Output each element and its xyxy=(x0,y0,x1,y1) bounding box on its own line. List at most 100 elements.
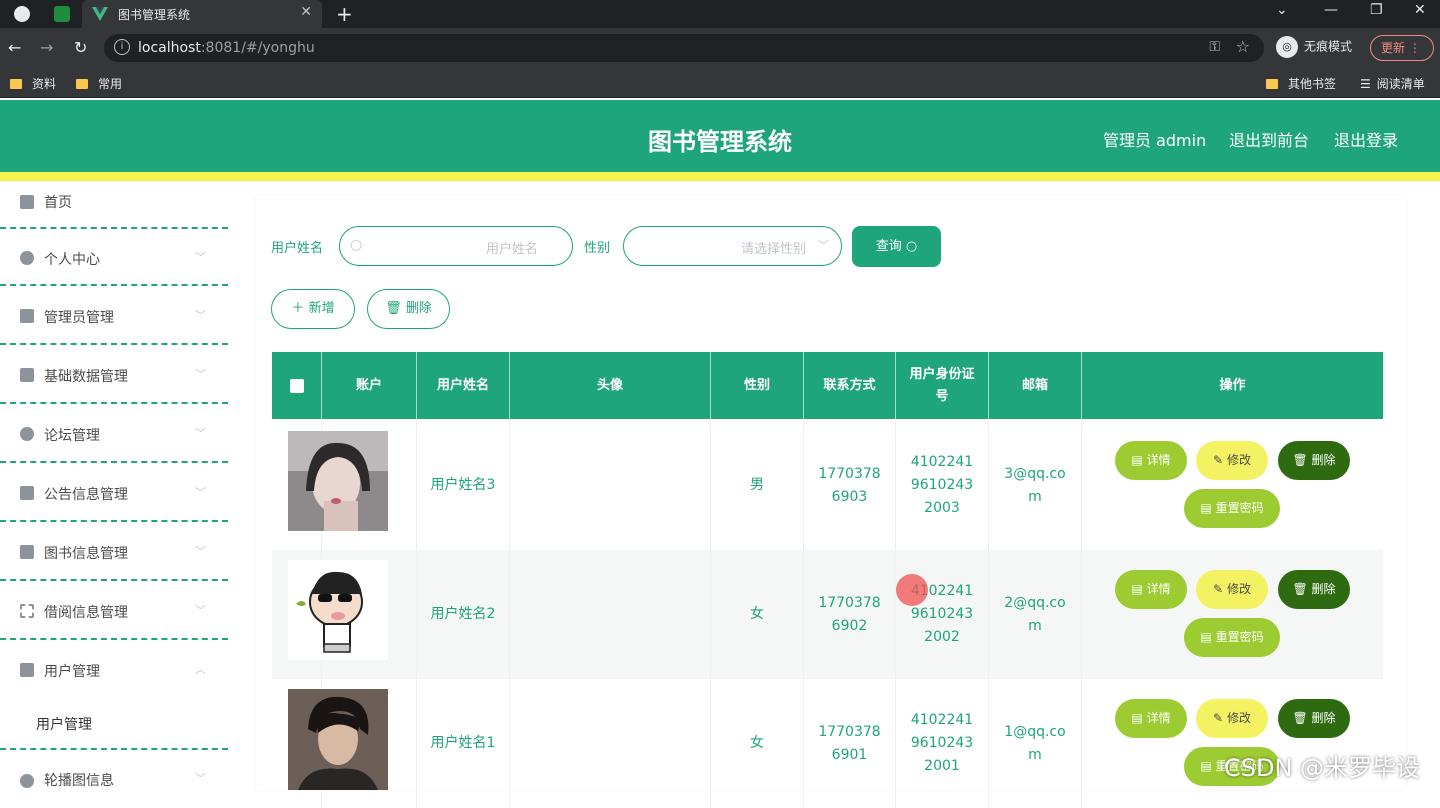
reload-icon[interactable]: ↻ xyxy=(74,38,87,57)
other-bookmarks[interactable]: 其他书签 xyxy=(1266,75,1336,92)
reading-list-icon: ☰ xyxy=(1360,77,1371,91)
flag-icon xyxy=(20,309,34,323)
name-search-input[interactable]: ○ 用户姓名 xyxy=(339,226,573,266)
info-icon[interactable]: i xyxy=(114,39,130,55)
sidebar-item-label: 公告信息管理 xyxy=(44,487,128,503)
incognito-indicator[interactable]: ◎ 无痕模式 xyxy=(1276,36,1352,58)
delete-button[interactable]: 🗑 删除 xyxy=(1278,570,1350,609)
chart-icon xyxy=(20,368,34,382)
sidebar-item-forum[interactable]: 论坛管理 ﹀ xyxy=(0,404,228,463)
sidebar-item-users[interactable]: 用户管理 ︿ 用户管理 xyxy=(0,640,228,750)
plus-icon: ＋ xyxy=(291,301,305,316)
gender-select[interactable]: 请选择性别 ﹀ xyxy=(623,226,842,266)
sheets-icon[interactable] xyxy=(54,6,70,22)
browser-tab-bar: 图书管理系统 ✕ + ⌄ — ❐ ✕ xyxy=(0,0,1440,28)
email-cell: 1@qq.com xyxy=(989,679,1082,808)
reading-list[interactable]: ☰ 阅读清单 xyxy=(1360,75,1425,92)
column-header: 账户 xyxy=(322,352,417,419)
exit-to-front-link[interactable]: 退出到前台 xyxy=(1229,127,1309,151)
sidebar-item-home[interactable]: 首页 xyxy=(0,181,228,229)
chevron-down-icon: ﹀ xyxy=(195,486,206,499)
info-icon xyxy=(20,774,34,788)
chevron-down-icon: ﹀ xyxy=(195,772,206,785)
sidebar-item-label: 基础数据管理 xyxy=(44,369,128,385)
sidebar-item-basic-data[interactable]: 基础数据管理 ﹀ xyxy=(0,345,228,404)
select-all-checkbox[interactable] xyxy=(289,378,304,393)
search-icon: ○ xyxy=(905,239,918,254)
column-header: 头像 xyxy=(510,352,711,419)
app-title: 图书管理系统 xyxy=(648,128,792,156)
reset-password-button[interactable]: ▤ 重置密码 xyxy=(1184,489,1280,528)
trash-icon: 🗑 xyxy=(1292,453,1308,467)
sidebar-item-label: 个人中心 xyxy=(44,252,100,268)
minimize-icon[interactable]: — xyxy=(1324,2,1338,18)
sidebar-item-personal[interactable]: 个人中心 ﹀ xyxy=(0,229,228,286)
sidebar-item-borrowing[interactable]: 借阅信息管理 ﹀ xyxy=(0,581,228,640)
close-window-icon[interactable]: ✕ xyxy=(1414,2,1426,18)
sidebar-item-admins[interactable]: 管理员管理 ﹀ xyxy=(0,286,228,345)
address-bar[interactable]: i localhost:8081/#/yonghu ⚿ ☆ xyxy=(104,34,1264,62)
trash-icon: 🗑 xyxy=(1292,582,1308,596)
admin-label: 管理员 admin xyxy=(1103,131,1207,150)
sidebar-item-books[interactable]: 图书信息管理 ﹀ xyxy=(0,522,228,581)
logout-link[interactable]: 退出登录 xyxy=(1334,127,1398,151)
delete-button[interactable]: 🗑 删除 xyxy=(1278,699,1350,738)
edit-button[interactable]: ✎ 修改 xyxy=(1196,699,1268,738)
email-cell: 3@qq.com xyxy=(989,421,1082,550)
name-cell: 用户姓名3 xyxy=(417,421,510,550)
update-button[interactable]: 更新 ⋮ xyxy=(1370,35,1434,61)
reset-password-button[interactable]: ▤ 重置密码 xyxy=(1184,618,1280,657)
bookmark-folder[interactable]: 常用 xyxy=(76,75,122,92)
gender-search-label: 性别 xyxy=(584,241,611,256)
send-icon xyxy=(20,486,34,500)
query-button[interactable]: 查询 ○ xyxy=(852,226,941,267)
column-header: 用户身份证号 xyxy=(896,352,989,419)
select-all-cell xyxy=(272,352,322,419)
delete-button[interactable]: 🗑 删除 xyxy=(1278,441,1350,480)
document-icon: ▤ xyxy=(1131,453,1143,467)
batch-delete-button[interactable]: 🗑 删除 xyxy=(367,289,450,329)
header-accent-line xyxy=(0,172,1440,181)
detail-button[interactable]: ▤ 详情 xyxy=(1115,570,1187,609)
restore-icon[interactable]: ❐ xyxy=(1370,2,1383,18)
avatar xyxy=(288,689,388,790)
sidebar-item-carousel[interactable]: 轮播图信息 ﹀ xyxy=(0,750,228,790)
edit-button[interactable]: ✎ 修改 xyxy=(1196,441,1268,480)
avatar-cell xyxy=(510,679,711,808)
key-icon[interactable]: ⚿ xyxy=(1209,39,1220,55)
trash-icon: 🗑 xyxy=(385,301,402,316)
new-tab-icon[interactable]: + xyxy=(336,2,353,26)
chevron-down-icon: ﹀ xyxy=(195,368,206,381)
user-icon xyxy=(20,427,34,441)
add-button[interactable]: ＋ 新增 xyxy=(271,289,355,329)
idcard-cell: 410224196102432003 xyxy=(896,421,989,550)
chevron-down-icon: ﹀ xyxy=(818,239,829,252)
sidebar-item-notices[interactable]: 公告信息管理 ﹀ xyxy=(0,463,228,522)
close-tab-icon[interactable]: ✕ xyxy=(300,4,312,20)
vue-logo-icon xyxy=(92,7,108,21)
browser-tab[interactable]: 图书管理系统 ✕ xyxy=(82,0,322,28)
edit-icon: ✎ xyxy=(1213,453,1224,467)
sidebar-item-label: 论坛管理 xyxy=(44,428,100,444)
search-icon: ○ xyxy=(350,237,363,253)
star-icon[interactable]: ☆ xyxy=(1236,37,1250,56)
back-icon[interactable]: ← xyxy=(8,38,21,57)
document-icon: ▤ xyxy=(1200,630,1212,644)
column-header: 用户姓名 xyxy=(417,352,510,419)
sidebar-item-label: 图书信息管理 xyxy=(44,546,128,562)
gender-cell: 女 xyxy=(711,550,804,679)
tab-search-icon[interactable]: ⌄ xyxy=(1276,2,1288,18)
forward-icon[interactable]: → xyxy=(40,38,53,57)
bookmark-folder[interactable]: 资料 xyxy=(10,75,56,92)
column-header: 邮箱 xyxy=(989,352,1082,419)
detail-button[interactable]: ▤ 详情 xyxy=(1115,699,1187,738)
watermark: CSDN @米罗毕设 xyxy=(1224,754,1421,782)
chevron-up-icon: ︿ xyxy=(195,663,206,676)
detail-button[interactable]: ▤ 详情 xyxy=(1115,441,1187,480)
browser-toolbar: ← → ↻ i localhost:8081/#/yonghu ⚿ ☆ ◎ 无痕模… xyxy=(0,28,1440,68)
globe-icon[interactable] xyxy=(14,6,30,22)
sidebar-subitem-users[interactable]: 用户管理 xyxy=(36,714,92,734)
suitcase-icon xyxy=(20,545,34,559)
chevron-down-icon: ﹀ xyxy=(195,545,206,558)
edit-button[interactable]: ✎ 修改 xyxy=(1196,570,1268,609)
